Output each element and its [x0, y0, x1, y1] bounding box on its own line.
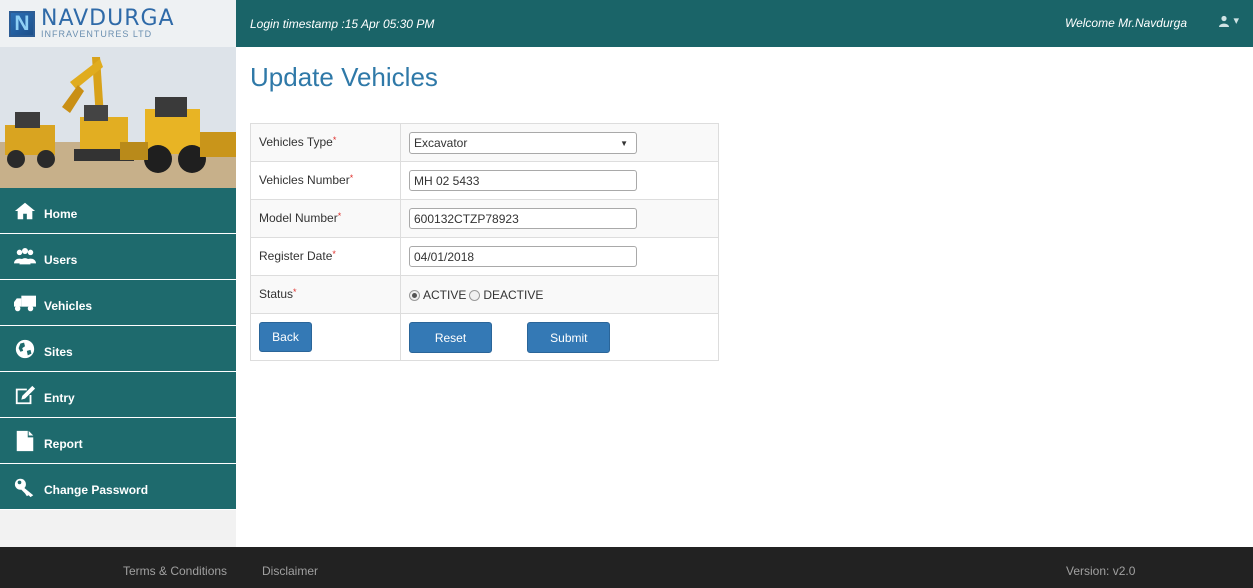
register-date-label: Register Date — [259, 249, 333, 263]
sidebar-item-label: Entry — [44, 390, 75, 405]
top-bar: N NAVDURGA INFRAVENTURES LTD Login times… — [0, 0, 1253, 47]
vehicle-number-field[interactable]: MH 02 5433 — [409, 170, 637, 191]
required-mark: * — [332, 249, 336, 259]
vehicle-number-label: Vehicles Number — [259, 173, 350, 187]
sidebar-item-report[interactable]: Report — [0, 418, 236, 464]
back-button[interactable]: Back — [259, 322, 312, 352]
sidebar-nav: Home Users Vehicles Sites Entry Report C… — [0, 188, 236, 510]
update-vehicle-form: Vehicles Type* Excavator ▼ Vehicles Numb… — [250, 123, 719, 361]
sidebar-item-sites[interactable]: Sites — [0, 326, 236, 372]
home-icon — [12, 199, 38, 223]
form-row: Vehicles Type* Excavator ▼ — [250, 123, 719, 162]
reset-button[interactable]: Reset — [409, 322, 492, 353]
sidebar-item-users[interactable]: Users — [0, 234, 236, 280]
truck-icon — [12, 291, 38, 315]
sidebar-item-label: Change Password — [44, 482, 149, 497]
users-icon — [12, 245, 38, 269]
status-active-label: ACTIVE — [423, 288, 467, 302]
form-row: Model Number* 600132CTZP78923 — [250, 199, 719, 238]
key-icon — [12, 475, 38, 499]
main-content: Update Vehicles Vehicles Type* Excavator… — [250, 62, 719, 361]
sidebar-item-label: Sites — [44, 344, 73, 359]
sidebar-item-label: Report — [44, 436, 83, 451]
form-row: Status* ACTIVE DEACTIVE — [250, 275, 719, 314]
form-row: Vehicles Number* MH 02 5433 — [250, 161, 719, 200]
logo-mark-icon: N — [9, 10, 35, 37]
sidebar-item-vehicles[interactable]: Vehicles — [0, 280, 236, 326]
model-number-label: Model Number — [259, 211, 338, 225]
sidebar: Home Users Vehicles Sites Entry Report C… — [0, 47, 236, 547]
welcome-text: Welcome Mr.Navdurga — [1064, 16, 1187, 30]
construction-vehicles-photo — [0, 47, 236, 188]
status-deactive-radio[interactable] — [469, 289, 481, 301]
chevron-down-icon: ▾ — [1233, 15, 1239, 27]
model-number-field[interactable]: 600132CTZP78923 — [409, 208, 637, 229]
footer: Terms & Conditions Disclaimer Version: v… — [0, 547, 1253, 588]
edit-icon — [12, 383, 38, 407]
disclaimer-link[interactable]: Disclaimer — [262, 564, 318, 578]
file-icon — [12, 429, 38, 453]
status-radio-group: ACTIVE DEACTIVE — [409, 284, 710, 302]
terms-link[interactable]: Terms & Conditions — [123, 564, 227, 578]
page-title: Update Vehicles — [250, 62, 438, 92]
vehicle-type-select[interactable]: Excavator ▼ — [409, 132, 637, 154]
brand-subtitle: INFRAVENTURES LTD — [41, 28, 153, 39]
user-menu-button[interactable]: ▾ — [1218, 14, 1239, 27]
sidebar-item-home[interactable]: Home — [0, 188, 236, 234]
sidebar-item-label: Users — [44, 252, 78, 267]
form-row: Register Date* 04/01/2018 — [250, 237, 719, 276]
required-mark: * — [349, 173, 354, 183]
sidebar-item-label: Home — [44, 206, 78, 221]
vehicle-type-label: Vehicles Type — [259, 135, 333, 149]
brand-name: NAVDURGA — [41, 5, 175, 31]
chevron-down-icon: ▼ — [620, 138, 628, 148]
required-mark: * — [332, 135, 337, 145]
required-mark: * — [337, 211, 342, 221]
brand-logo[interactable]: N NAVDURGA INFRAVENTURES LTD — [0, 0, 236, 47]
status-deactive-label: DEACTIVE — [483, 288, 544, 302]
version-text: Version: v2.0 — [1066, 564, 1136, 578]
globe-icon — [12, 337, 38, 361]
status-active-radio[interactable] — [409, 289, 420, 301]
sidebar-item-change-password[interactable]: Change Password — [0, 464, 236, 510]
user-icon — [1219, 15, 1230, 27]
required-mark: * — [293, 287, 297, 297]
login-timestamp: Login timestamp :15 Apr 05:30 PM — [250, 17, 435, 31]
sidebar-item-label: Vehicles — [44, 298, 93, 313]
register-date-field[interactable]: 04/01/2018 — [409, 246, 637, 267]
status-label: Status — [259, 287, 294, 301]
sidebar-item-entry[interactable]: Entry — [0, 372, 236, 418]
submit-button[interactable]: Submit — [527, 322, 611, 353]
form-actions-row: Back Reset Submit — [250, 313, 719, 361]
